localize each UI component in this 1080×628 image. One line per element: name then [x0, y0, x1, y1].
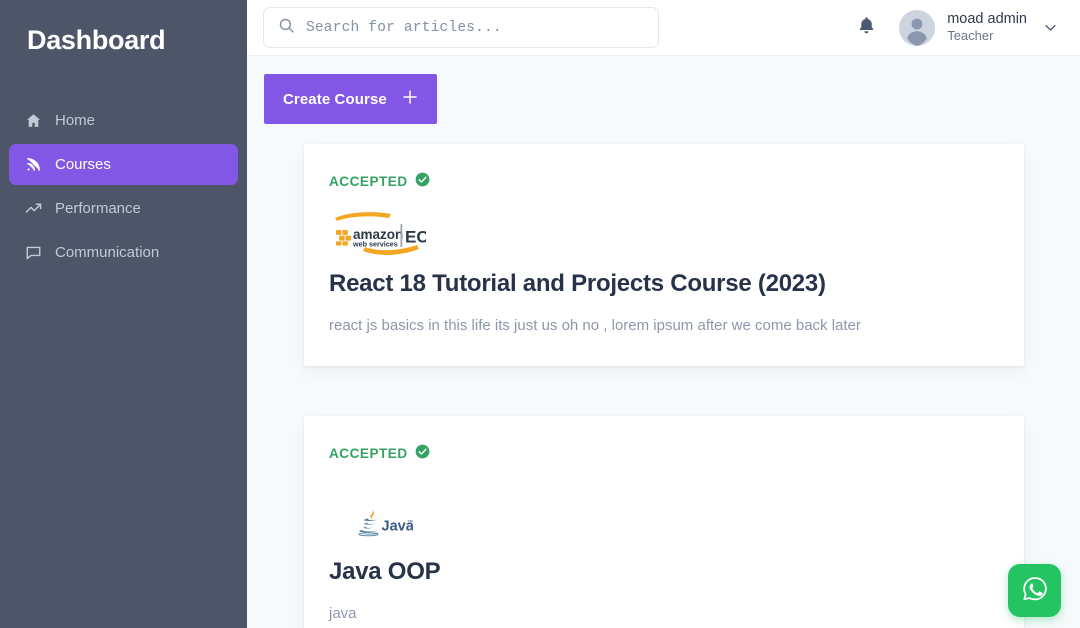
status-badge: ACCEPTED: [329, 172, 998, 190]
check-circle-icon: [415, 444, 430, 462]
chevron-down-icon[interactable]: [1043, 20, 1058, 35]
plus-icon: [401, 88, 419, 110]
svg-text:™: ™: [407, 519, 413, 526]
course-logo: amazon web services EC2: [329, 211, 998, 257]
course-card[interactable]: ACCEPTED: [304, 416, 1024, 628]
course-title: React 18 Tutorial and Projects Course (2…: [329, 270, 826, 297]
user-menu[interactable]: moad admin Teacher: [899, 9, 1058, 46]
search-wrapper: [263, 7, 659, 48]
create-course-button[interactable]: Create Course: [264, 74, 437, 124]
whatsapp-fab-button[interactable]: [1008, 564, 1061, 617]
main-area: moad admin Teacher Create Course: [247, 0, 1080, 628]
user-name: moad admin: [947, 11, 1027, 28]
aws-ec2-logo: amazon web services EC2: [329, 211, 426, 257]
avatar: [899, 9, 936, 46]
sidebar-item-performance[interactable]: Performance: [9, 188, 238, 229]
toolbar: Create Course: [247, 56, 1080, 124]
avatar-person-icon: [907, 18, 928, 46]
chat-bubble-icon: [25, 244, 42, 261]
topbar: moad admin Teacher: [247, 0, 1080, 56]
course-title: Java OOP: [329, 558, 441, 586]
whatsapp-icon: [1020, 574, 1050, 607]
home-icon: [25, 112, 42, 129]
sidebar-item-courses[interactable]: Courses: [9, 143, 238, 185]
brand-title: Dashboard: [27, 25, 166, 55]
course-logo: Java ™: [329, 500, 998, 544]
content-area: Create Course ACCEPTED amazon web servic…: [247, 56, 1080, 628]
search-box[interactable]: [263, 7, 659, 48]
course-description: java: [329, 605, 357, 623]
status-badge: ACCEPTED: [329, 444, 998, 462]
sidebar-item-label-home: Home: [55, 111, 96, 129]
check-circle-icon: [415, 172, 430, 190]
topbar-right: moad admin Teacher: [854, 9, 1058, 46]
sidebar-item-label-performance: Performance: [55, 199, 141, 217]
svg-text:web services: web services: [352, 240, 398, 249]
sidebar-item-communication[interactable]: Communication: [9, 232, 238, 273]
app-root: Dashboard Home Courses Performance Commu…: [0, 0, 1080, 628]
java-logo: Java ™: [358, 510, 413, 537]
status-label: ACCEPTED: [329, 173, 408, 189]
create-course-label: Create Course: [283, 90, 387, 108]
bell-icon: [856, 15, 877, 41]
search-input[interactable]: [306, 19, 646, 36]
sidebar-item-home[interactable]: Home: [9, 100, 238, 141]
sidebar-nav: Home Courses Performance Communication: [0, 100, 247, 273]
user-role: Teacher: [947, 27, 994, 43]
svg-text:EC2: EC2: [405, 228, 426, 247]
sidebar-item-label-courses: Courses: [55, 155, 111, 173]
user-meta: moad admin Teacher: [947, 11, 1027, 44]
course-card[interactable]: ACCEPTED: [304, 144, 1024, 367]
notifications-button[interactable]: [854, 16, 878, 40]
sidebar-item-label-communication: Communication: [55, 243, 160, 261]
sidebar: Dashboard Home Courses Performance Commu…: [0, 0, 247, 628]
course-list: ACCEPTED amazon web services EC React 18…: [247, 124, 1080, 628]
course-description: react js basics in this life its just us…: [329, 317, 861, 334]
status-label: ACCEPTED: [329, 445, 408, 461]
trending-up-icon: [25, 200, 42, 217]
search-icon: [278, 17, 295, 39]
rss-icon: [25, 156, 42, 173]
